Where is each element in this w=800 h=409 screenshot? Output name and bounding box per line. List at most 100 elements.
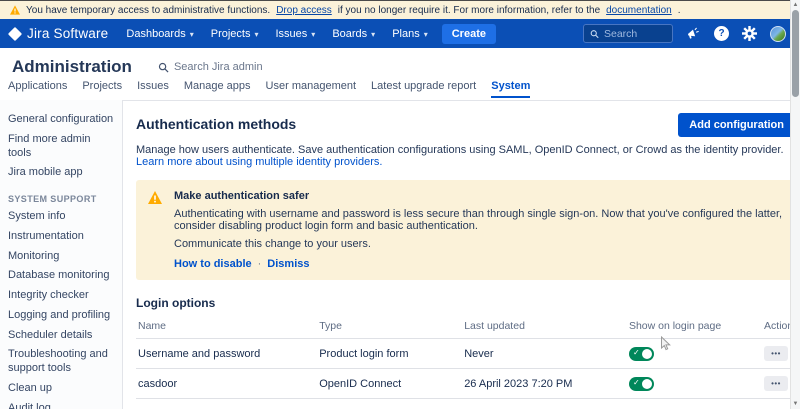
sidebar-item-system-info[interactable]: System info [7, 207, 116, 227]
column-header-name: Name [136, 314, 317, 339]
nav-menu: Dashboards Projects Issues Boards Plans [126, 28, 427, 40]
banner-text: You have temporary access to administrat… [26, 5, 270, 16]
cell-name: Username and password [136, 339, 317, 369]
search-icon [158, 62, 169, 73]
sidebar-item-clean-up[interactable]: Clean up [7, 379, 116, 399]
how-to-disable-link[interactable]: How to disable [174, 258, 252, 270]
check-icon [633, 378, 640, 387]
table-row: Username and password Product login form… [136, 339, 795, 369]
chevron-down-icon [371, 28, 375, 40]
toggle-knob [642, 379, 652, 389]
dismiss-link[interactable]: Dismiss [267, 258, 309, 270]
create-button[interactable]: Create [442, 24, 496, 44]
announcements-icon[interactable] [686, 27, 701, 41]
nav-search[interactable] [583, 24, 673, 43]
admin-tabs: Applications Projects Issues Manage apps… [0, 80, 800, 100]
warning-icon [10, 5, 20, 15]
top-navbar: Jira Software Dashboards Projects Issues… [0, 19, 800, 48]
nav-item-boards[interactable]: Boards [332, 28, 375, 40]
admin-sidebar: General configuration Find more admin to… [0, 100, 123, 409]
nav-item-plans[interactable]: Plans [392, 28, 428, 40]
chevron-down-icon [424, 28, 428, 40]
toggle-knob [642, 349, 652, 359]
admin-search-input[interactable] [174, 61, 314, 73]
sidebar-item-audit-log[interactable]: Audit log [7, 399, 116, 409]
cell-last-updated: 26 April 2023 7:20 PM [462, 369, 627, 399]
warning-title: Make authentication safer [174, 190, 783, 202]
column-header-last-updated: Last updated [462, 314, 627, 339]
sidebar-item-database-monitoring[interactable]: Database monitoring [7, 266, 116, 286]
help-icon[interactable]: ? [714, 26, 729, 41]
sidebar-item-find-more-admin-tools[interactable]: Find more admin tools [7, 130, 116, 164]
tab-latest-upgrade-report[interactable]: Latest upgrade report [371, 80, 476, 96]
row-actions-button[interactable] [764, 376, 788, 391]
login-options-table: Name Type Last updated Show on login pag… [136, 314, 795, 399]
jira-logo-icon [8, 26, 22, 40]
nav-item-projects[interactable]: Projects [211, 28, 259, 40]
sidebar-item-general-configuration[interactable]: General configuration [7, 110, 116, 130]
tab-projects[interactable]: Projects [82, 80, 122, 96]
row-actions-button[interactable] [764, 346, 788, 361]
sidebar-item-jira-mobile-app[interactable]: Jira mobile app [7, 163, 116, 183]
sidebar-item-troubleshooting[interactable]: Troubleshooting and support tools [7, 345, 116, 379]
tab-manage-apps[interactable]: Manage apps [184, 80, 251, 96]
admin-search[interactable] [158, 61, 314, 73]
warning-body2: Communicate this change to your users. [174, 238, 783, 250]
tab-issues[interactable]: Issues [137, 80, 169, 96]
user-avatar[interactable] [770, 26, 786, 42]
main-content: Authentication methods Add configuration… [123, 100, 800, 409]
add-configuration-button[interactable]: Add configuration [678, 113, 795, 137]
description-text: Manage how users authenticate. Save auth… [136, 144, 795, 168]
tab-applications[interactable]: Applications [8, 80, 67, 96]
check-icon [633, 348, 640, 357]
page-title: Administration [12, 57, 132, 77]
cell-type: OpenID Connect [317, 369, 462, 399]
show-on-login-toggle[interactable] [629, 347, 654, 361]
table-row: casdoor OpenID Connect 26 April 2023 7:2… [136, 369, 795, 399]
login-options-title: Login options [136, 296, 795, 310]
cell-name: casdoor [136, 369, 317, 399]
make-auth-safer-warning: Make authentication safer Authenticating… [136, 180, 795, 280]
sidebar-item-scheduler-details[interactable]: Scheduler details [7, 326, 116, 346]
column-header-show-on-login-page: Show on login page [627, 314, 762, 339]
scrollbar-thumb[interactable] [792, 10, 799, 97]
chevron-down-icon [190, 28, 194, 40]
search-icon [590, 29, 599, 39]
tab-system[interactable]: System [491, 80, 530, 98]
column-header-type: Type [317, 314, 462, 339]
cell-last-updated: Never [462, 339, 627, 369]
scroll-up-arrow-icon[interactable] [791, 2, 800, 8]
nav-item-issues[interactable]: Issues [276, 28, 316, 40]
sidebar-item-logging-and-profiling[interactable]: Logging and profiling [7, 306, 116, 326]
description-body: Manage how users authenticate. Save auth… [136, 144, 784, 156]
warning-icon [148, 191, 162, 204]
jira-brand[interactable]: Jira Software [10, 26, 108, 41]
sidebar-section-system-support: SYSTEM SUPPORT [8, 194, 116, 204]
show-on-login-toggle[interactable] [629, 377, 654, 391]
navbar-right: ? [583, 24, 786, 43]
sidebar-item-integrity-checker[interactable]: Integrity checker [7, 286, 116, 306]
admin-header: Administration [0, 48, 800, 80]
banner-text: . [678, 5, 681, 16]
chevron-down-icon [254, 28, 258, 40]
nav-search-input[interactable] [604, 28, 666, 40]
sidebar-item-monitoring[interactable]: Monitoring [7, 247, 116, 267]
tab-user-management[interactable]: User management [266, 80, 357, 96]
learn-more-link[interactable]: Learn more about using multiple identity… [136, 156, 382, 168]
cell-type: Product login form [317, 339, 462, 369]
drop-access-link[interactable]: Drop access [276, 5, 332, 16]
mouse-cursor [660, 336, 672, 352]
nav-item-dashboards[interactable]: Dashboards [126, 28, 193, 40]
vertical-scrollbar[interactable] [790, 0, 800, 409]
banner-text: if you no longer require it. For more in… [338, 5, 600, 16]
separator: · [258, 258, 262, 270]
documentation-link[interactable]: documentation [606, 5, 672, 16]
warning-body: Authenticating with username and passwor… [174, 208, 783, 232]
admin-access-banner: You have temporary access to administrat… [0, 1, 800, 19]
brand-name: Jira Software [27, 26, 108, 41]
settings-gear-icon[interactable] [742, 26, 757, 41]
chevron-down-icon [311, 28, 315, 40]
sidebar-item-instrumentation[interactable]: Instrumentation [7, 227, 116, 247]
scroll-down-arrow-icon[interactable] [791, 401, 800, 407]
section-title-authentication-methods: Authentication methods [136, 113, 296, 132]
